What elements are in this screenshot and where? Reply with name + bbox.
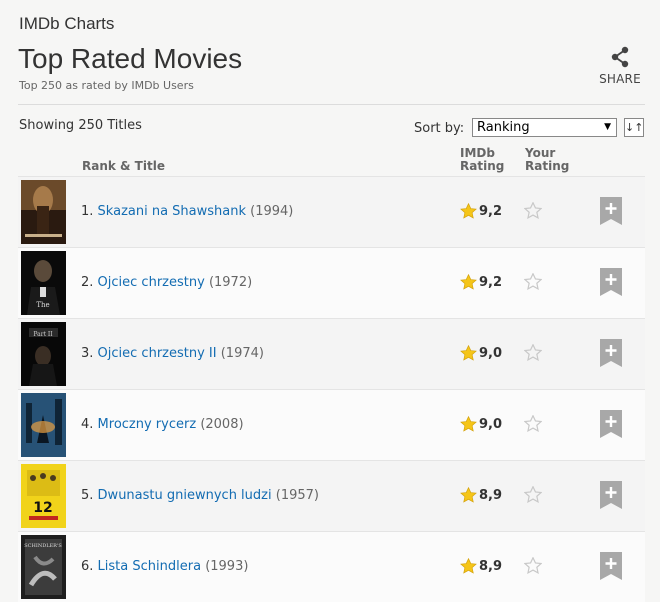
watchlist-ribbon-icon xyxy=(600,552,622,580)
title-count: Showing 250 Titles xyxy=(19,118,142,133)
rate-star-icon[interactable] xyxy=(523,343,543,365)
imdb-rating: 9,0 xyxy=(460,416,502,432)
sort-direction-button[interactable]: ↓↑ xyxy=(624,118,644,137)
movie-title-link[interactable]: Dwunastu gniewnych ludzi xyxy=(98,488,272,503)
column-header-rank-title: Rank & Title xyxy=(82,159,165,173)
movie-title-cell: 1. Skazani na Shawshank (1994) xyxy=(81,204,293,219)
column-header-your-rating: Your Rating xyxy=(525,147,569,173)
imdb-rating-value: 9,2 xyxy=(479,203,503,219)
imdb-rating-value: 8,9 xyxy=(479,558,503,574)
movie-rank: 5. xyxy=(81,488,94,503)
header-divider xyxy=(18,104,645,105)
movie-title-cell: 5. Dwunastu gniewnych ludzi (1957) xyxy=(81,488,319,503)
movie-year: (1972) xyxy=(208,275,253,290)
svg-text:Part II: Part II xyxy=(33,331,53,338)
column-header-your-line2: Rating xyxy=(525,159,570,173)
poster-godfather[interactable]: The xyxy=(21,251,66,315)
movie-list: 1. Skazani na Shawshank (1994) 9,2 The 2… xyxy=(18,176,645,602)
imdb-rating: 9,2 xyxy=(460,203,502,219)
movie-title-cell: 4. Mroczny rycerz (2008) xyxy=(81,417,244,432)
movie-title-link[interactable]: Skazani na Shawshank xyxy=(98,204,246,219)
star-icon xyxy=(460,345,477,361)
add-to-watchlist-button[interactable] xyxy=(600,339,622,371)
movie-rank: 3. xyxy=(81,346,94,361)
rate-star-icon[interactable] xyxy=(523,485,543,507)
page-subtitle: Top 250 as rated by IMDb Users xyxy=(19,79,194,92)
movie-title-cell: 3. Ojciec chrzestny II (1974) xyxy=(81,346,264,361)
rate-star-icon[interactable] xyxy=(523,201,543,223)
add-to-watchlist-button[interactable] xyxy=(600,481,622,513)
movie-year: (1957) xyxy=(275,488,319,503)
star-icon xyxy=(460,203,477,219)
charts-label: IMDb Charts xyxy=(19,14,115,33)
imdb-rating-value: 8,9 xyxy=(479,487,503,503)
movie-rank: 2. xyxy=(81,275,94,290)
watchlist-ribbon-icon xyxy=(600,268,622,296)
movie-rank: 1. xyxy=(81,204,94,219)
watchlist-ribbon-icon xyxy=(600,410,622,438)
movie-title-cell: 6. Lista Schindlera (1993) xyxy=(81,559,248,574)
imdb-rating-value: 9,2 xyxy=(479,274,503,290)
share-icon xyxy=(611,46,629,68)
table-row: 12 5. Dwunastu gniewnych ludzi (1957) 8,… xyxy=(18,460,645,531)
poster-shawshank[interactable] xyxy=(21,180,66,244)
movie-title-link[interactable]: Mroczny rycerz xyxy=(98,417,197,432)
add-to-watchlist-button[interactable] xyxy=(600,268,622,300)
star-icon xyxy=(460,558,477,574)
imdb-rating-value: 9,0 xyxy=(479,416,503,432)
page-title: Top Rated Movies xyxy=(18,43,243,74)
sort-select-value: Ranking xyxy=(477,120,530,135)
imdb-rating: 9,0 xyxy=(460,345,502,361)
movie-title-link[interactable]: Ojciec chrzestny xyxy=(98,275,205,290)
watchlist-ribbon-icon xyxy=(600,481,622,509)
movie-rank: 4. xyxy=(81,417,94,432)
poster-12-angry-men[interactable]: 12 xyxy=(21,464,66,528)
poster-dark-knight[interactable] xyxy=(21,393,66,457)
imdb-rating: 8,9 xyxy=(460,487,502,503)
svg-text:The: The xyxy=(36,301,49,309)
rate-star-icon[interactable] xyxy=(523,272,543,294)
movie-year: (1993) xyxy=(205,559,249,574)
chevron-down-icon: ▼ xyxy=(604,122,611,132)
poster-schindlers-list[interactable]: SCHINDLER'S xyxy=(21,535,66,599)
movie-year: (1974) xyxy=(220,346,264,361)
star-icon xyxy=(460,487,477,503)
add-to-watchlist-button[interactable] xyxy=(600,410,622,442)
imdb-rating-value: 9,0 xyxy=(479,345,503,361)
watchlist-ribbon-icon xyxy=(600,197,622,225)
table-row: 4. Mroczny rycerz (2008) 9,0 xyxy=(18,389,645,460)
share-label: SHARE xyxy=(599,72,641,86)
movie-title-cell: 2. Ojciec chrzestny (1972) xyxy=(81,275,252,290)
table-row: The 2. Ojciec chrzestny (1972) 9,2 xyxy=(18,247,645,318)
movie-title-link[interactable]: Ojciec chrzestny II xyxy=(98,346,217,361)
movie-rank: 6. xyxy=(81,559,94,574)
add-to-watchlist-button[interactable] xyxy=(600,197,622,229)
sort-direction-icon: ↓↑ xyxy=(625,121,644,134)
svg-text:SCHINDLER'S: SCHINDLER'S xyxy=(24,543,62,549)
movie-title-link[interactable]: Lista Schindlera xyxy=(98,559,202,574)
watchlist-ribbon-icon xyxy=(600,339,622,367)
rate-star-icon[interactable] xyxy=(523,414,543,436)
movie-year: (1994) xyxy=(250,204,294,219)
imdb-rating: 8,9 xyxy=(460,558,502,574)
star-icon xyxy=(460,274,477,290)
movie-year: (2008) xyxy=(200,417,244,432)
table-row: 1. Skazani na Shawshank (1994) 9,2 xyxy=(18,176,645,247)
table-row: Part II 3. Ojciec chrzestny II (1974) 9,… xyxy=(18,318,645,389)
page: IMDb Charts Top Rated Movies Top 250 as … xyxy=(0,0,660,602)
imdb-rating: 9,2 xyxy=(460,274,502,290)
svg-text:12: 12 xyxy=(33,500,52,516)
add-to-watchlist-button[interactable] xyxy=(600,552,622,584)
poster-godfather-2[interactable]: Part II xyxy=(21,322,66,386)
sort-label: Sort by: xyxy=(414,121,465,136)
star-icon xyxy=(460,416,477,432)
rate-star-icon[interactable] xyxy=(523,556,543,578)
share-button[interactable]: SHARE xyxy=(595,46,645,86)
column-header-imdb-line2: Rating xyxy=(460,159,505,173)
table-row: SCHINDLER'S 6. Lista Schindlera (1993) 8… xyxy=(18,531,645,602)
column-header-imdb-rating: IMDb Rating xyxy=(460,147,504,173)
sort-select[interactable]: Ranking ▼ xyxy=(472,118,617,137)
